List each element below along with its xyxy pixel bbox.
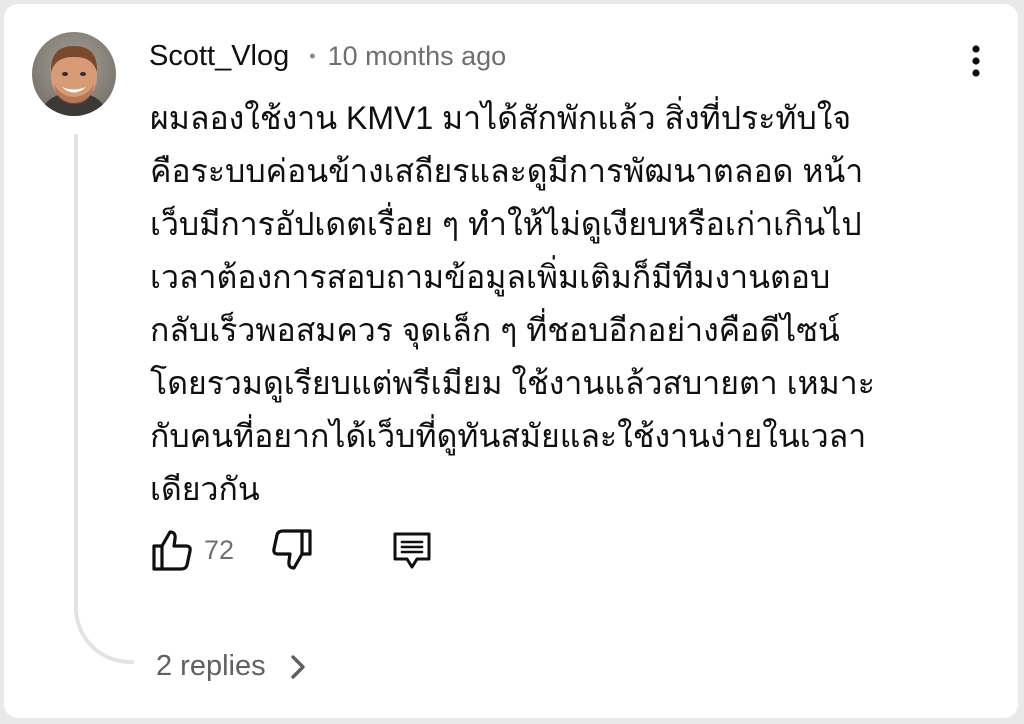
comment-header: Scott_Vlog • 10 months ago [149, 40, 506, 73]
more-options-button[interactable] [962, 44, 990, 78]
comment-line: เดียวกัน [150, 471, 260, 507]
reply-button[interactable] [390, 527, 434, 573]
comment-line: ผมลองใช้งาน KMV1 มาได้สักพักแล้ว สิ่งที่… [150, 100, 852, 136]
reply-comment-icon [393, 532, 431, 569]
more-vertical-icon [972, 45, 980, 77]
like-count: 72 [204, 535, 235, 565]
dislike-button[interactable] [270, 527, 314, 573]
meta-separator: • [309, 46, 316, 66]
comment-line: คือระบบค่อนข้างเสถียรและดูมีการพัฒนาตลอด… [150, 153, 864, 189]
like-button[interactable] [150, 527, 194, 573]
thumbs-down-icon [272, 529, 312, 570]
comment-line: โดยรวมดูเรียบแต่พรีเมียม ใช้งานแล้วสบายต… [150, 365, 875, 401]
comment-timestamp[interactable]: 10 months ago [328, 41, 507, 72]
view-replies-button[interactable]: 2 replies [156, 650, 310, 683]
comment-card: Scott_Vlog • 10 months ago ผมลองใช้งาน K… [4, 4, 1018, 718]
chevron-right-icon [290, 654, 305, 679]
reply-thread-line [74, 134, 134, 664]
comment-line: กับคนที่อยากได้เว็บที่ดูทันสมัยและใช้งาน… [150, 418, 867, 454]
author-name[interactable]: Scott_Vlog [149, 40, 289, 73]
comment-line: กลับเร็วพอสมควร จุดเล็ก ๆ ที่ชอบอีกอย่าง… [150, 312, 840, 348]
comment-text: ผมลองใช้งาน KMV1 มาได้สักพักแล้ว สิ่งที่… [150, 92, 960, 516]
avatar-image [32, 32, 116, 116]
comment-line: เวลาต้องการสอบถามข้อมูลเพิ่มเติมก็มีทีมง… [150, 259, 831, 295]
replies-label: 2 replies [156, 650, 266, 682]
thumbs-up-icon [152, 530, 192, 571]
avatar[interactable] [32, 32, 116, 116]
comment-line: เว็บมีการอัปเดตเรื่อย ๆ ทำให้ไม่ดูเงียบห… [150, 206, 862, 242]
